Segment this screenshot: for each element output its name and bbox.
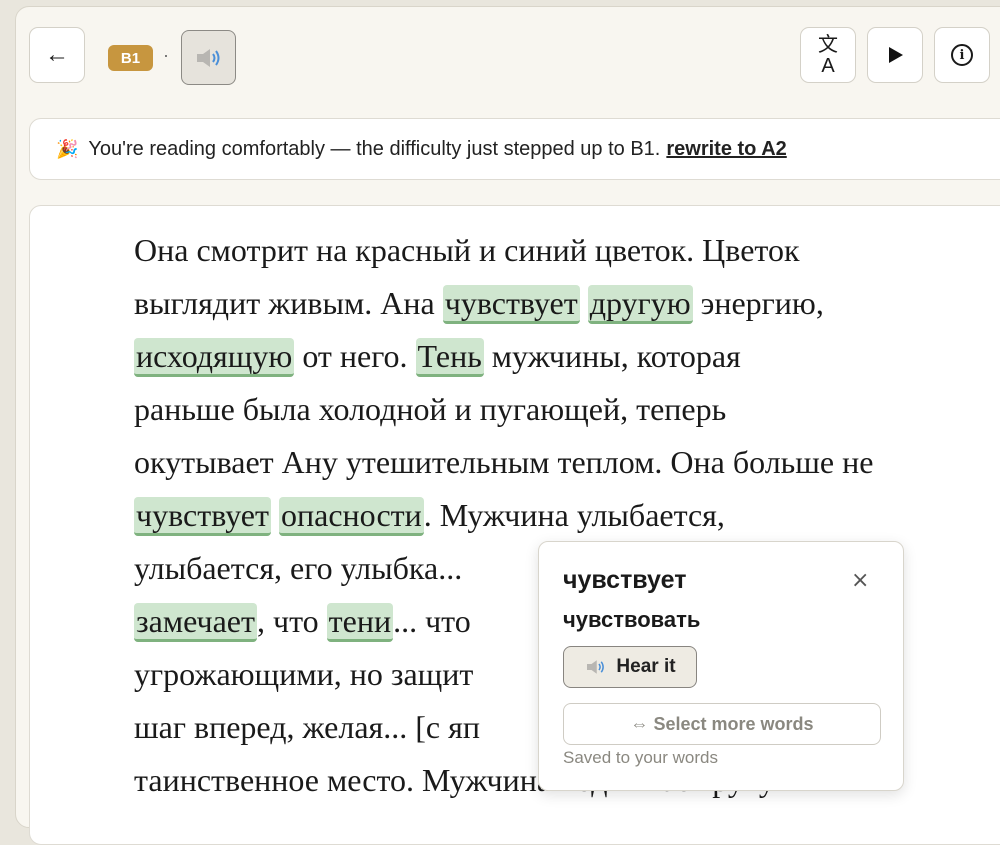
text-segment[interactable]: улыбается, его улыбка... <box>134 550 462 586</box>
info-icon: i <box>951 44 973 66</box>
text-segment[interactable]: раньше была холодной и пугающей, теперь <box>134 391 726 427</box>
select-more-words-button[interactable]: ⇔ Select more words <box>563 703 881 745</box>
highlighted-word[interactable]: опасности <box>278 497 424 536</box>
text-line: раньше была холодной и пугающей, теперь <box>134 383 979 436</box>
text-segment[interactable]: выглядит живым. Ана <box>134 285 443 321</box>
text-segment[interactable]: энергию, <box>693 285 824 321</box>
speaker-icon <box>587 660 605 674</box>
text-line: Она смотрит на красный и синий цветок. Ц… <box>134 224 979 277</box>
highlighted-word[interactable]: Тень <box>415 338 484 377</box>
word-popup: чувствует чувствовать × Hear it ⇔ Select… <box>538 541 904 791</box>
text-segment[interactable]: ... что <box>393 603 471 639</box>
back-arrow-icon: ← <box>45 41 69 68</box>
text-segment[interactable] <box>580 285 588 321</box>
text-segment[interactable] <box>271 497 279 533</box>
level-notice: 🎉 You're reading comfortably — the diffi… <box>29 118 1000 180</box>
text-line: исходящую от него. Тень мужчины, которая <box>134 330 979 383</box>
text-segment[interactable]: шаг вперед, желая... [с яп <box>134 709 480 745</box>
play-icon <box>889 47 903 63</box>
highlighted-word[interactable]: чувствует <box>442 285 580 324</box>
text-line: чувствует опасности. Мужчина улыбается, <box>134 489 979 542</box>
audio-toggle-button[interactable] <box>181 30 236 85</box>
speaker-icon <box>196 48 219 67</box>
popup-word: чувствует <box>563 566 687 594</box>
play-button[interactable] <box>867 27 923 83</box>
text-line: выглядит живым. Ана чувствует другую эне… <box>134 277 979 330</box>
text-segment[interactable]: мужчины, которая <box>484 338 741 374</box>
text-line: окутывает Ану утешительным теплом. Она б… <box>134 436 979 489</box>
translate-button[interactable]: 文 A <box>800 27 856 83</box>
popup-lemma: чувствовать <box>563 607 701 632</box>
hear-it-label: Hear it <box>616 656 676 677</box>
saved-status: Saved to your words <box>563 748 718 767</box>
info-button[interactable]: i <box>934 27 990 83</box>
hear-it-button[interactable]: Hear it <box>563 646 697 688</box>
text-segment[interactable]: Она смотрит на красный и синий цветок. Ц… <box>134 232 800 268</box>
separator-dot: · <box>163 45 169 65</box>
highlighted-word[interactable]: исходящую <box>134 338 295 377</box>
text-segment[interactable]: угрожающими, но защит <box>134 656 473 692</box>
translate-icon: 文 <box>818 32 838 56</box>
highlighted-word[interactable]: чувствует <box>134 497 271 536</box>
text-segment[interactable]: , что <box>257 603 327 639</box>
highlighted-word[interactable]: тени <box>326 603 394 642</box>
party-popper-icon: 🎉 <box>56 138 79 159</box>
translate-icon-letter: A <box>821 55 835 77</box>
close-icon[interactable]: × <box>851 568 869 593</box>
text-segment[interactable]: от него. <box>294 338 415 374</box>
rewrite-link[interactable]: rewrite to A2 <box>666 138 786 161</box>
highlighted-word[interactable]: другую <box>587 285 693 324</box>
back-button[interactable]: ← <box>29 27 85 83</box>
text-segment[interactable]: . Мужчина улыбается, <box>424 497 725 533</box>
app-window: ← B1 · 文 A i 🎉 You're reading comfortabl… <box>15 6 1000 845</box>
notice-text: You're reading comfortably — the difficu… <box>88 137 661 160</box>
text-segment[interactable]: окутывает Ану утешительным теплом. Она б… <box>134 444 873 480</box>
highlighted-word[interactable]: замечает <box>134 603 257 642</box>
level-badge: B1 <box>108 45 153 71</box>
